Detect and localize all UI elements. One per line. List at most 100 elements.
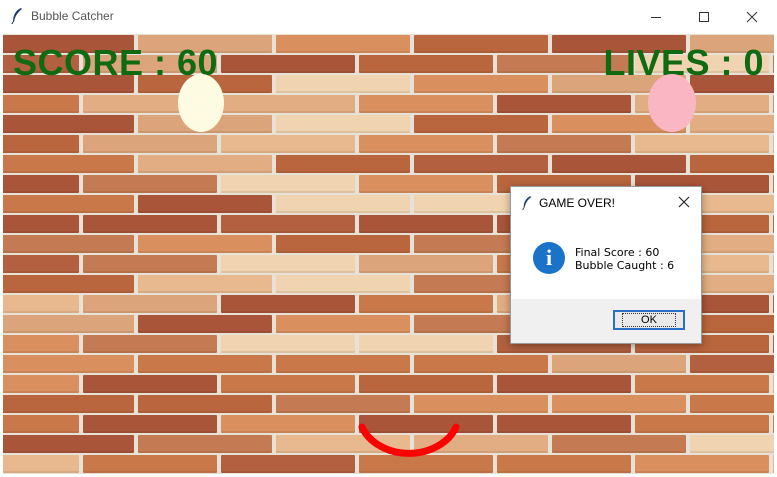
brick [221,215,355,233]
feather-icon [522,196,532,211]
brick [83,415,217,433]
brick [3,295,79,313]
brick [276,35,410,53]
brick [221,295,355,313]
brick [497,415,631,433]
brick [414,155,548,173]
brick [3,375,79,393]
close-button[interactable] [729,0,775,33]
brick [359,375,493,393]
close-icon [746,11,758,22]
brick [690,355,774,373]
brick [497,375,631,393]
brick [3,335,79,353]
brick [276,315,410,333]
brick [221,415,355,433]
brick [276,235,410,253]
brick [221,335,355,353]
brick [359,295,493,313]
brick [83,335,217,353]
brick [3,435,134,453]
brick [276,355,410,373]
brick [414,115,548,133]
brick-row [3,154,774,174]
brick [276,115,410,133]
window-title: Bubble Catcher [31,9,114,23]
dialog-message: Final Score : 60 Bubble Caught : 6 [575,246,674,272]
brick [138,235,272,253]
brick [83,135,217,153]
brick [276,275,410,293]
game-over-dialog: GAME OVER! i Final Score : 60 Bubble Cau… [510,186,702,344]
brick [497,455,631,473]
catcher-paddle[interactable] [356,419,462,469]
brick [276,395,410,413]
brick [773,175,774,193]
brick [773,415,774,433]
bubble-cream [178,74,224,132]
brick [635,455,769,473]
brick-row [3,134,774,154]
brick [690,195,774,213]
brick [690,115,774,133]
brick [690,315,774,333]
brick [773,135,774,153]
brick [359,95,493,113]
ok-button[interactable]: OK [613,310,685,330]
brick [690,395,774,413]
brick [552,395,686,413]
brick [773,455,774,473]
brick [3,95,79,113]
ok-label: OK [622,313,676,327]
brick [83,455,217,473]
title-bar[interactable]: Bubble Catcher [0,0,777,33]
bubble-pink [648,74,696,132]
brick [3,395,134,413]
brick [3,135,79,153]
brick [3,215,79,233]
brick [552,355,686,373]
brick [276,155,410,173]
brick [552,435,686,453]
maximize-button[interactable] [681,0,727,33]
brick [690,155,774,173]
brick [414,75,548,93]
brick-row [3,394,774,414]
brick [773,335,774,353]
minimize-button[interactable] [633,0,679,33]
brick [3,155,134,173]
brick [3,315,134,333]
brick [276,75,410,93]
brick [221,375,355,393]
brick [552,155,686,173]
brick [773,255,774,273]
brick [221,255,355,273]
final-score-text: Final Score : 60 [575,246,660,259]
brick [138,395,272,413]
brick [690,275,774,293]
brick [359,55,493,73]
brick [635,135,769,153]
brick-row [3,354,774,374]
brick [414,355,548,373]
brick [138,355,272,373]
brick [497,95,631,113]
score-display: SCORE : 60 [13,42,219,83]
brick [3,235,134,253]
brick [3,195,134,213]
brick [773,215,774,233]
brick [221,95,355,113]
feather-icon [11,8,22,25]
brick [690,435,774,453]
brick [221,455,355,473]
dialog-close-button[interactable] [673,191,695,213]
brick [359,175,493,193]
brick [359,255,493,273]
bubbles-caught-text: Bubble Caught : 6 [575,259,675,272]
brick [83,295,217,313]
brick [773,295,774,313]
brick [138,435,272,453]
brick [3,455,79,473]
brick [138,275,272,293]
brick-row [3,374,774,394]
